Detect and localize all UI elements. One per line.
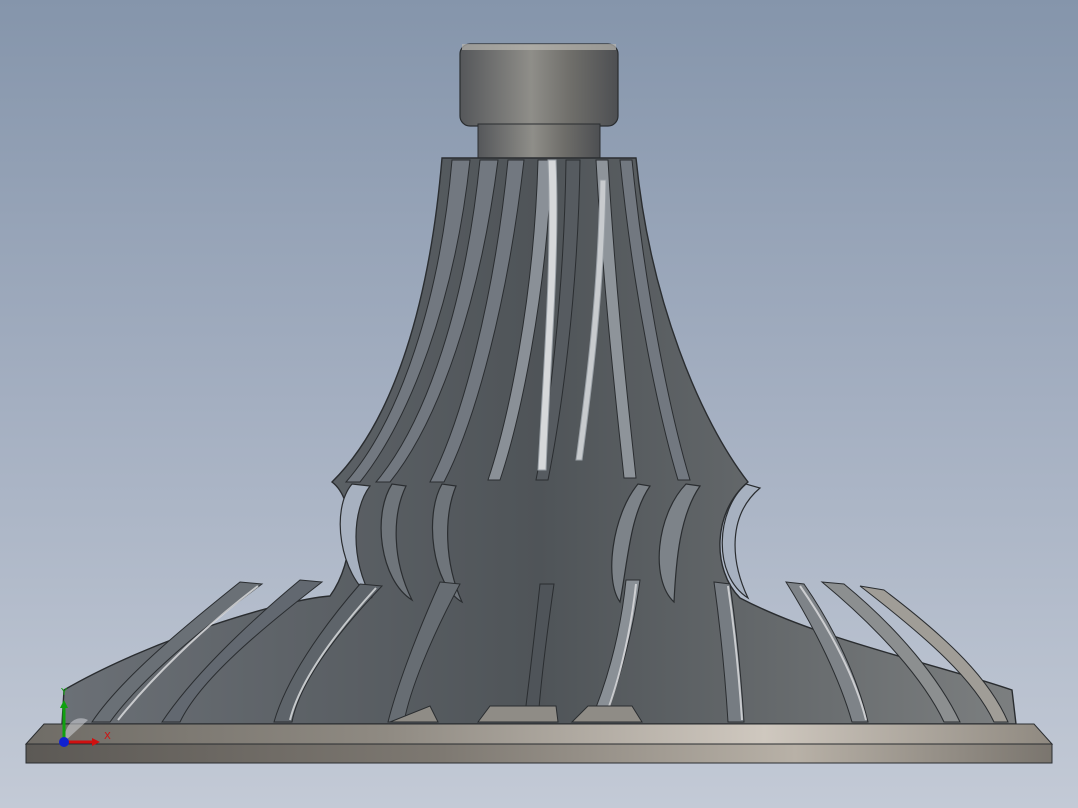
axis-y-label: Y	[61, 687, 68, 698]
coordinate-triad: X Y	[48, 684, 118, 754]
impeller-feet	[389, 705, 643, 723]
graphics-viewport[interactable]: X Y	[0, 0, 1078, 808]
axis-x-label: X	[104, 731, 111, 742]
y-axis-arrow-icon	[60, 700, 68, 708]
base-plate	[24, 723, 1054, 764]
shaft-cap	[459, 43, 619, 159]
z-axis-dot-icon	[59, 737, 69, 747]
x-axis-arrow-icon	[92, 738, 100, 746]
triad-axes	[59, 700, 100, 747]
impeller-model[interactable]	[0, 0, 1078, 808]
